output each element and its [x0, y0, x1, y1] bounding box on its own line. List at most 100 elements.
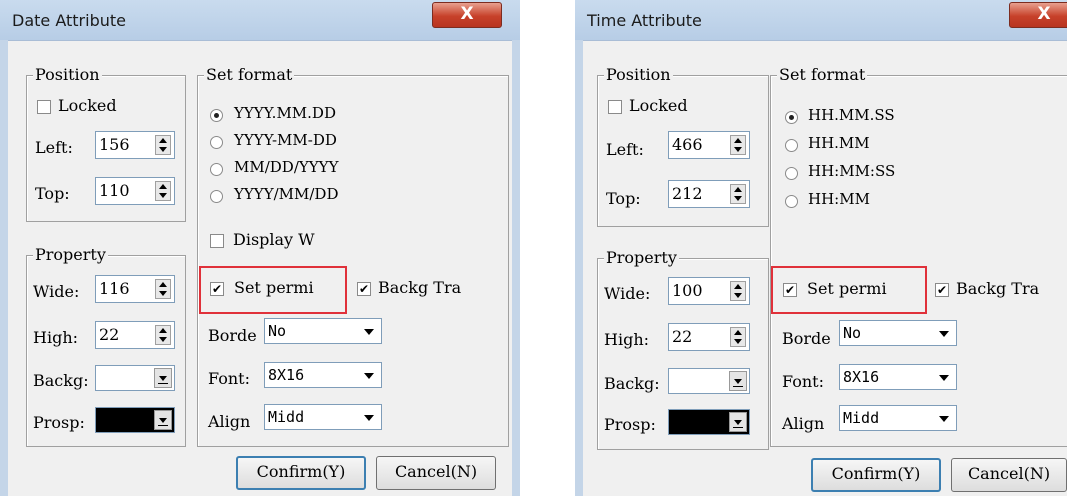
foreground-color-picker[interactable] [668, 409, 750, 435]
set-permission-checkbox[interactable]: ✔ [210, 282, 224, 296]
backg-label: Backg: [604, 374, 660, 393]
format-radio-3[interactable] [785, 167, 798, 180]
high-value: 22 [672, 327, 693, 346]
spinner-arrows-icon[interactable] [730, 184, 746, 204]
display-week-label: Display W [233, 230, 315, 249]
format-option-3: MM/DD/YYYY [234, 158, 339, 176]
wide-label: Wide: [604, 284, 651, 303]
set-format-group-label: Set format [777, 65, 868, 84]
position-group-label: Position [33, 65, 102, 84]
top-spinner[interactable]: 110 [95, 177, 175, 205]
chevron-down-icon[interactable] [358, 320, 380, 342]
close-button[interactable]: X [432, 2, 502, 28]
wide-spinner[interactable]: 100 [668, 277, 750, 305]
prosp-label: Prosp: [604, 415, 656, 434]
font-value: 8X16 [268, 366, 305, 384]
high-spinner[interactable]: 22 [668, 323, 750, 351]
left-label: Left: [606, 140, 644, 159]
top-label: Top: [606, 189, 641, 208]
wide-spinner[interactable]: 116 [95, 275, 175, 303]
top-spinner[interactable]: 212 [668, 180, 750, 208]
format-radio-4[interactable] [785, 195, 798, 208]
align-select[interactable]: Midd [839, 405, 957, 431]
confirm-button[interactable]: Confirm(Y) [236, 456, 366, 490]
chevron-down-icon[interactable] [358, 406, 380, 428]
border-select[interactable]: No [839, 320, 957, 346]
spinner-arrows-icon[interactable] [730, 135, 746, 155]
set-permission-checkbox[interactable]: ✔ [783, 283, 797, 297]
display-week-checkbox[interactable] [210, 234, 224, 248]
left-spinner[interactable]: 156 [95, 131, 175, 159]
border-select[interactable]: No [264, 318, 382, 344]
locked-checkbox[interactable] [37, 100, 51, 114]
dropdown-arrow-icon[interactable] [154, 368, 172, 388]
dropdown-arrow-icon[interactable] [729, 412, 747, 432]
set-format-group-label: Set format [204, 65, 295, 84]
background-transparent-checkbox[interactable]: ✔ [357, 282, 371, 296]
format-option-4: HH:MM [808, 190, 870, 208]
format-radio-1[interactable] [785, 111, 798, 124]
format-radio-3[interactable] [210, 163, 223, 176]
format-option-2: YYYY-MM-DD [234, 131, 337, 149]
format-radio-1[interactable] [210, 109, 223, 122]
align-select[interactable]: Midd [264, 404, 382, 430]
window-frame-right [512, 40, 520, 496]
font-label: Font: [782, 372, 824, 391]
high-spinner[interactable]: 22 [95, 321, 175, 349]
dialog-title: Date Attribute [12, 11, 126, 30]
locked-label: Locked [58, 96, 117, 115]
close-icon: X [1037, 4, 1051, 24]
top-value: 212 [672, 184, 703, 203]
locked-label: Locked [629, 96, 688, 115]
spinner-arrows-icon[interactable] [730, 281, 746, 301]
spinner-arrows-icon[interactable] [155, 279, 171, 299]
cancel-button[interactable]: Cancel(N) [376, 456, 496, 490]
align-label: Align [782, 414, 825, 433]
dropdown-arrow-icon[interactable] [729, 371, 747, 391]
chevron-down-icon[interactable] [933, 407, 955, 429]
spinner-arrows-icon[interactable] [155, 325, 171, 345]
high-value: 22 [99, 325, 120, 344]
window-frame-left [575, 40, 583, 496]
background-transparent-checkbox[interactable]: ✔ [935, 283, 949, 297]
confirm-button[interactable]: Confirm(Y) [811, 458, 941, 492]
format-option-3: HH:MM:SS [808, 162, 896, 180]
font-value: 8X16 [843, 368, 880, 386]
wide-value: 116 [99, 279, 130, 298]
foreground-color-picker[interactable] [95, 407, 175, 433]
title-bar: Date Attribute X [0, 0, 520, 41]
border-value: No [843, 324, 862, 342]
left-spinner[interactable]: 466 [668, 131, 750, 159]
font-label: Font: [208, 369, 250, 388]
chevron-down-icon[interactable] [933, 322, 955, 344]
set-format-group: Set format [770, 65, 1067, 447]
chevron-down-icon[interactable] [933, 366, 955, 388]
property-group-label: Property [33, 245, 108, 264]
format-radio-2[interactable] [785, 139, 798, 152]
wide-label: Wide: [33, 282, 80, 301]
window-frame-left [0, 40, 8, 496]
border-label: Borde [782, 329, 831, 348]
top-label: Top: [35, 184, 70, 203]
font-select[interactable]: 8X16 [264, 362, 382, 388]
format-radio-2[interactable] [210, 136, 223, 149]
dropdown-arrow-icon[interactable] [154, 410, 172, 430]
title-bar: Time Attribute X [575, 0, 1067, 41]
font-select[interactable]: 8X16 [839, 364, 957, 390]
spinner-arrows-icon[interactable] [155, 181, 171, 201]
chevron-down-icon[interactable] [358, 364, 380, 386]
close-button[interactable]: X [1009, 2, 1067, 28]
background-color-picker[interactable] [95, 365, 175, 391]
border-value: No [268, 322, 287, 340]
background-color-picker[interactable] [668, 368, 750, 394]
time-attribute-dialog: Time Attribute X Position Locked Left: 4… [575, 0, 1067, 496]
spinner-arrows-icon[interactable] [155, 135, 171, 155]
format-option-1: YYYY.MM.DD [234, 104, 336, 122]
format-radio-4[interactable] [210, 190, 223, 203]
close-icon: X [460, 4, 474, 24]
top-value: 110 [99, 181, 130, 200]
spinner-arrows-icon[interactable] [730, 327, 746, 347]
cancel-button[interactable]: Cancel(N) [951, 458, 1067, 492]
align-label: Align [208, 412, 251, 431]
locked-checkbox[interactable] [608, 100, 622, 114]
